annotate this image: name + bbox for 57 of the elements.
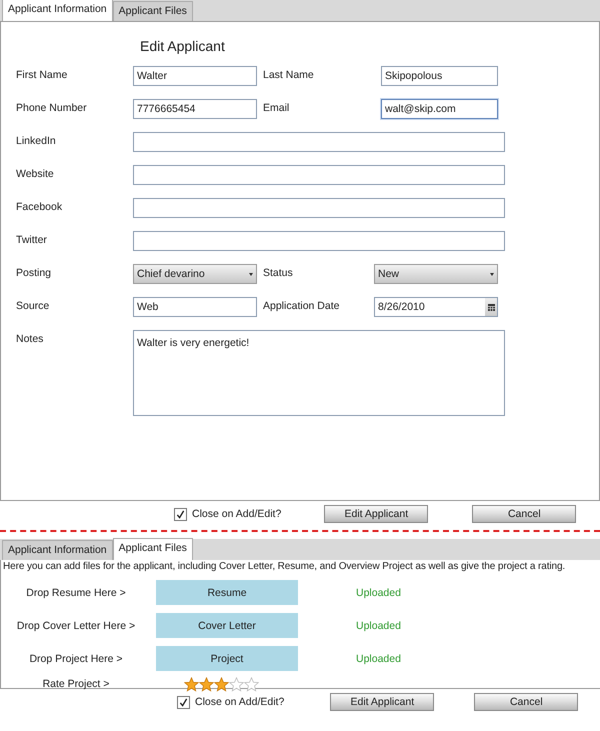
field-label: Posting (16, 266, 52, 279)
upload-status: Uploaded (356, 620, 401, 632)
description-text: Here you can add files for the applicant, including Cover Letter, Resume, and Overview Project as well as give the project a rating. (2, 560, 566, 574)
checkbox[interactable] (177, 696, 190, 708)
checkbox-label: Close on Add/Edit? (192, 508, 282, 520)
filled-star-icon (184, 676, 199, 692)
form-title: Edit Applicant (140, 38, 226, 56)
field-label: Phone Number (16, 101, 88, 114)
input-field[interactable]: Walter (133, 66, 257, 86)
tab[interactable]: Applicant Files (112, 538, 193, 560)
field-label: Notes (16, 332, 44, 345)
edit-applicant-button[interactable]: Edit Applicant (330, 693, 434, 711)
input-field[interactable]: Web (133, 297, 257, 317)
drop-label: Drop Resume Here > (25, 586, 127, 598)
drop-label: Drop Cover Letter Here > (16, 620, 136, 632)
star-rating[interactable] (184, 676, 259, 692)
input-field[interactable]: Skipopolous (381, 66, 498, 86)
input-field[interactable] (133, 132, 505, 152)
field-label: LinkedIn (16, 134, 57, 147)
drop-zone[interactable]: Resume (156, 580, 298, 605)
field-label: First Name (16, 68, 68, 81)
drop-label: Drop Project Here > (28, 652, 124, 664)
caret-icon (249, 272, 253, 276)
tab[interactable]: Applicant Information (2, 0, 113, 21)
filled-star-icon (214, 676, 229, 692)
checkbox[interactable] (174, 508, 187, 520)
cancel-button[interactable]: Cancel (472, 505, 576, 523)
filled-star-icon (199, 676, 214, 692)
date-field[interactable]: 8/26/2010 (374, 297, 498, 317)
field-label: Last Name (263, 68, 315, 81)
field-label: Source (16, 299, 50, 312)
upload-status: Uploaded (356, 652, 401, 664)
tab[interactable]: Applicant Information (2, 540, 113, 560)
dropdown[interactable]: New (374, 264, 498, 284)
cancel-button[interactable]: Cancel (474, 693, 578, 711)
drop-zone[interactable]: Cover Letter (156, 613, 298, 638)
field-label: Facebook (16, 200, 64, 213)
input-field[interactable] (133, 231, 505, 251)
checkbox-label: Close on Add/Edit? (195, 696, 284, 708)
rating-label: Rate Project > (42, 678, 110, 690)
field-label: Application Date (263, 299, 340, 312)
input-field[interactable] (133, 165, 505, 185)
caret-icon (490, 272, 494, 276)
dropdown[interactable]: Chief devarino (133, 264, 257, 284)
drop-zone[interactable]: Project (156, 646, 298, 671)
tab[interactable]: Applicant Files (112, 1, 193, 21)
calendar-icon[interactable] (485, 298, 497, 316)
field-label: Twitter (16, 233, 48, 246)
field-label: Email (263, 101, 290, 114)
input-field[interactable]: 7776665454 (133, 99, 257, 119)
field-label: Status (263, 266, 294, 279)
edit-applicant-button[interactable]: Edit Applicant (324, 505, 428, 523)
field-label: Website (16, 167, 55, 180)
upload-status: Uploaded (356, 586, 401, 598)
notes-field[interactable]: Walter is very energetic! (133, 330, 505, 416)
input-field[interactable]: walt@skip.com (381, 99, 498, 119)
input-field[interactable] (133, 198, 505, 218)
